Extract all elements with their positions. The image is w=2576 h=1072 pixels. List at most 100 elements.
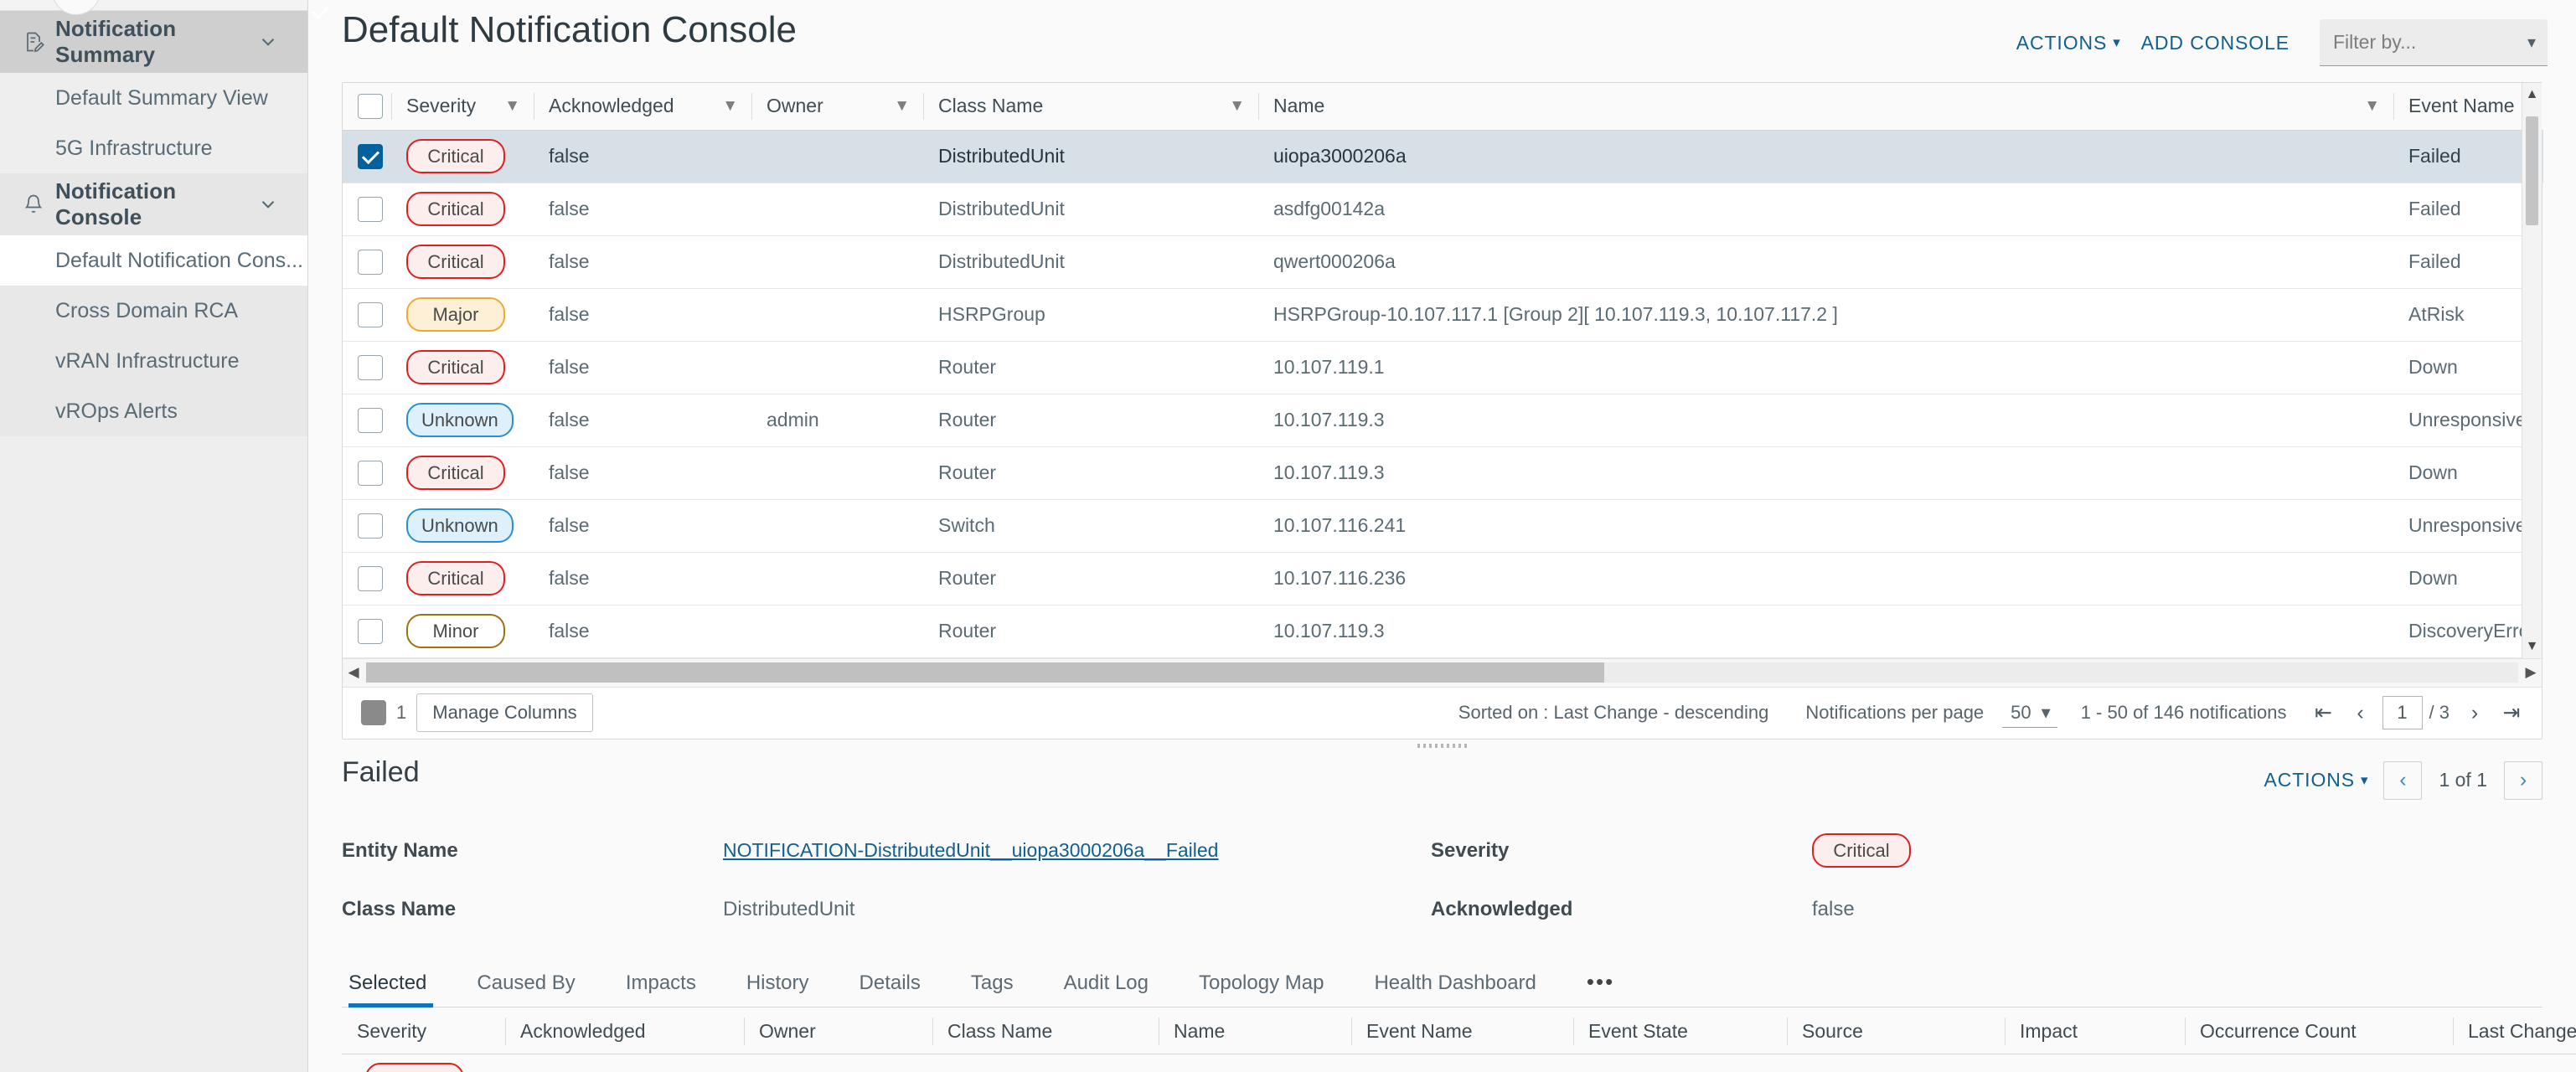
row-checkbox[interactable]: [358, 302, 383, 327]
table-row[interactable]: Critical false DistributedUnit uiopa3000206…: [343, 130, 2543, 183]
tab-tags[interactable]: Tags: [946, 963, 1039, 1007]
subtable-column-event-state[interactable]: Event State: [1573, 1008, 1787, 1054]
detail-actions-button[interactable]: ACTIONS ▾: [2253, 769, 2378, 791]
next-page-icon[interactable]: ›: [2456, 694, 2493, 731]
tab-selected[interactable]: Selected: [342, 963, 452, 1008]
subtable-column-occurrence-count[interactable]: Occurrence Count: [2185, 1008, 2453, 1054]
select-all-checkbox[interactable]: [361, 700, 386, 725]
column-header-severity[interactable]: Severity ▼: [391, 83, 534, 131]
table-row[interactable]: Critical false Router 10.107.116.236 Down: [343, 552, 2543, 606]
row-checkbox[interactable]: [358, 460, 383, 486]
table-row[interactable]: Critical false Router 10.107.119.1 Down: [343, 341, 2543, 394]
subtable-row[interactable]: Critical false DistributedUnituiopa3000206…: [342, 1054, 2576, 1072]
manage-columns-button[interactable]: Manage Columns: [416, 693, 593, 732]
column-header-class_name[interactable]: Class Name ▼: [923, 83, 1258, 131]
panel-splitter[interactable]: [308, 739, 2576, 753]
row-checkbox-cell[interactable]: [343, 235, 391, 289]
tab-more-icon[interactable]: •••: [1562, 961, 1639, 1007]
horizontal-scroll-thumb[interactable]: [366, 662, 1604, 683]
sidebar-group-notification-console[interactable]: Notification Console: [0, 173, 307, 235]
per-page-dropdown[interactable]: 50 ▾: [2002, 698, 2057, 728]
add-console-button[interactable]: ADD CONSOLE: [2131, 32, 2300, 54]
table-row[interactable]: Critical false DistributedUnit asdfg00142a F…: [343, 183, 2543, 236]
vertical-scroll-thumb[interactable]: [2526, 116, 2538, 225]
filter-icon[interactable]: ▼: [504, 98, 520, 114]
row-checkbox-cell[interactable]: [343, 605, 391, 658]
subtable-column-class-name[interactable]: Class Name: [932, 1008, 1159, 1054]
scroll-left-icon[interactable]: ◀: [343, 664, 364, 681]
column-header-acknowledged[interactable]: Acknowledged ▼: [534, 83, 751, 131]
subtable-column-source[interactable]: Source: [1787, 1008, 2005, 1054]
tab-caused-by[interactable]: Caused By: [452, 963, 600, 1007]
row-checkbox[interactable]: [358, 249, 383, 275]
filter-by-dropdown[interactable]: Filter by... ▾: [2320, 19, 2548, 66]
scroll-down-icon[interactable]: ▼: [2522, 636, 2542, 657]
row-checkbox-cell[interactable]: [343, 394, 391, 447]
page-number-input[interactable]: 1: [2382, 696, 2423, 729]
filter-icon[interactable]: ▼: [2364, 98, 2380, 114]
sidebar-group-notification-summary[interactable]: Notification Summary: [0, 11, 307, 73]
table-row[interactable]: Major false HSRPGroup HSRPGroup-10.107.117.…: [343, 288, 2543, 342]
splitter-grip[interactable]: [1417, 744, 1468, 748]
tab-health-dashboard[interactable]: Health Dashboard: [1349, 963, 1561, 1007]
filter-icon[interactable]: ▼: [1229, 98, 1245, 114]
sidebar-item-default-summary-view[interactable]: Default Summary View: [0, 73, 307, 123]
select-all-header-checkbox[interactable]: [358, 93, 383, 119]
subtable-column-last-change[interactable]: Last Change: [2453, 1008, 2576, 1054]
subtable-column-name[interactable]: Name: [1159, 1008, 1351, 1054]
last-page-icon[interactable]: ⇥: [2493, 694, 2530, 731]
row-checkbox-cell[interactable]: [343, 130, 391, 183]
tab-impacts[interactable]: Impacts: [601, 963, 721, 1007]
table-row[interactable]: Unknown false admin Router 10.107.119.3 Unres…: [343, 394, 2543, 447]
subtable-column-severity[interactable]: Severity: [342, 1008, 505, 1054]
first-page-icon[interactable]: ⇤: [2305, 694, 2342, 731]
sidebar-item-5g-infrastructure[interactable]: 5G Infrastructure: [0, 123, 307, 173]
scroll-right-icon[interactable]: ▶: [2520, 664, 2542, 681]
chevron-down-icon[interactable]: [257, 31, 279, 53]
row-checkbox[interactable]: [358, 565, 383, 591]
table-horizontal-scrollbar[interactable]: ◀ ▶: [343, 657, 2542, 687]
filter-icon[interactable]: ▼: [894, 98, 910, 114]
actions-button[interactable]: ACTIONS ▾: [2006, 32, 2131, 54]
table-row[interactable]: Critical false DistributedUnit qwert000206a…: [343, 235, 2543, 289]
column-header-checkbox[interactable]: [343, 83, 391, 131]
filter-icon[interactable]: ▼: [722, 98, 738, 114]
row-checkbox-cell[interactable]: [343, 552, 391, 606]
row-checkbox[interactable]: [358, 513, 383, 539]
detail-value-entity-name[interactable]: NOTIFICATION-DistributedUnit__uiopa30002…: [723, 822, 1431, 880]
row-checkbox[interactable]: [358, 143, 383, 169]
tab-details[interactable]: Details: [834, 963, 946, 1007]
table-row[interactable]: Critical false Router 10.107.119.3 Down: [343, 446, 2543, 500]
tab-history[interactable]: History: [721, 963, 834, 1007]
chevron-down-icon[interactable]: [257, 193, 279, 215]
row-checkbox[interactable]: [358, 196, 383, 222]
table-vertical-scrollbar[interactable]: ▲ ▼: [2522, 83, 2542, 658]
sidebar-item-vran-infrastructure[interactable]: vRAN Infrastructure: [0, 336, 307, 386]
tab-topology-map[interactable]: Topology Map: [1174, 963, 1349, 1007]
row-checkbox-cell[interactable]: [343, 288, 391, 342]
sidebar-item-default-notification-cons[interactable]: Default Notification Cons...: [0, 235, 307, 286]
subtable-column-event-name[interactable]: Event Name: [1351, 1008, 1573, 1054]
row-checkbox-cell[interactable]: [343, 183, 391, 236]
row-checkbox[interactable]: [358, 407, 383, 433]
scroll-up-icon[interactable]: ▲: [2522, 85, 2542, 105]
column-header-owner[interactable]: Owner ▼: [751, 83, 923, 131]
row-checkbox[interactable]: [358, 618, 383, 644]
horizontal-scroll-track[interactable]: [366, 662, 2518, 683]
table-row[interactable]: Unknown false Switch 10.107.116.241 Unrespon…: [343, 499, 2543, 553]
row-checkbox-cell[interactable]: [343, 499, 391, 553]
subtable-column-owner[interactable]: Owner: [744, 1008, 932, 1054]
column-header-name[interactable]: Name ▼: [1258, 83, 2393, 131]
subtable-column-acknowledged[interactable]: Acknowledged: [505, 1008, 744, 1054]
tab-audit-log[interactable]: Audit Log: [1039, 963, 1174, 1007]
table-row[interactable]: Minor false Router 10.107.119.3 DiscoveryErr…: [343, 605, 2543, 658]
row-checkbox-cell[interactable]: [343, 446, 391, 500]
entity-name-link[interactable]: NOTIFICATION-DistributedUnit__uiopa30002…: [723, 839, 1218, 862]
subtable-column-impact[interactable]: Impact: [2005, 1008, 2185, 1054]
prev-page-icon[interactable]: ‹: [2342, 694, 2379, 731]
row-checkbox-cell[interactable]: [343, 341, 391, 394]
sidebar-item-vrops-alerts[interactable]: vROps Alerts: [0, 386, 307, 436]
row-checkbox[interactable]: [358, 354, 383, 380]
sidebar-item-cross-domain-rca[interactable]: Cross Domain RCA: [0, 286, 307, 336]
detail-prev-button[interactable]: ‹: [2383, 760, 2423, 800]
